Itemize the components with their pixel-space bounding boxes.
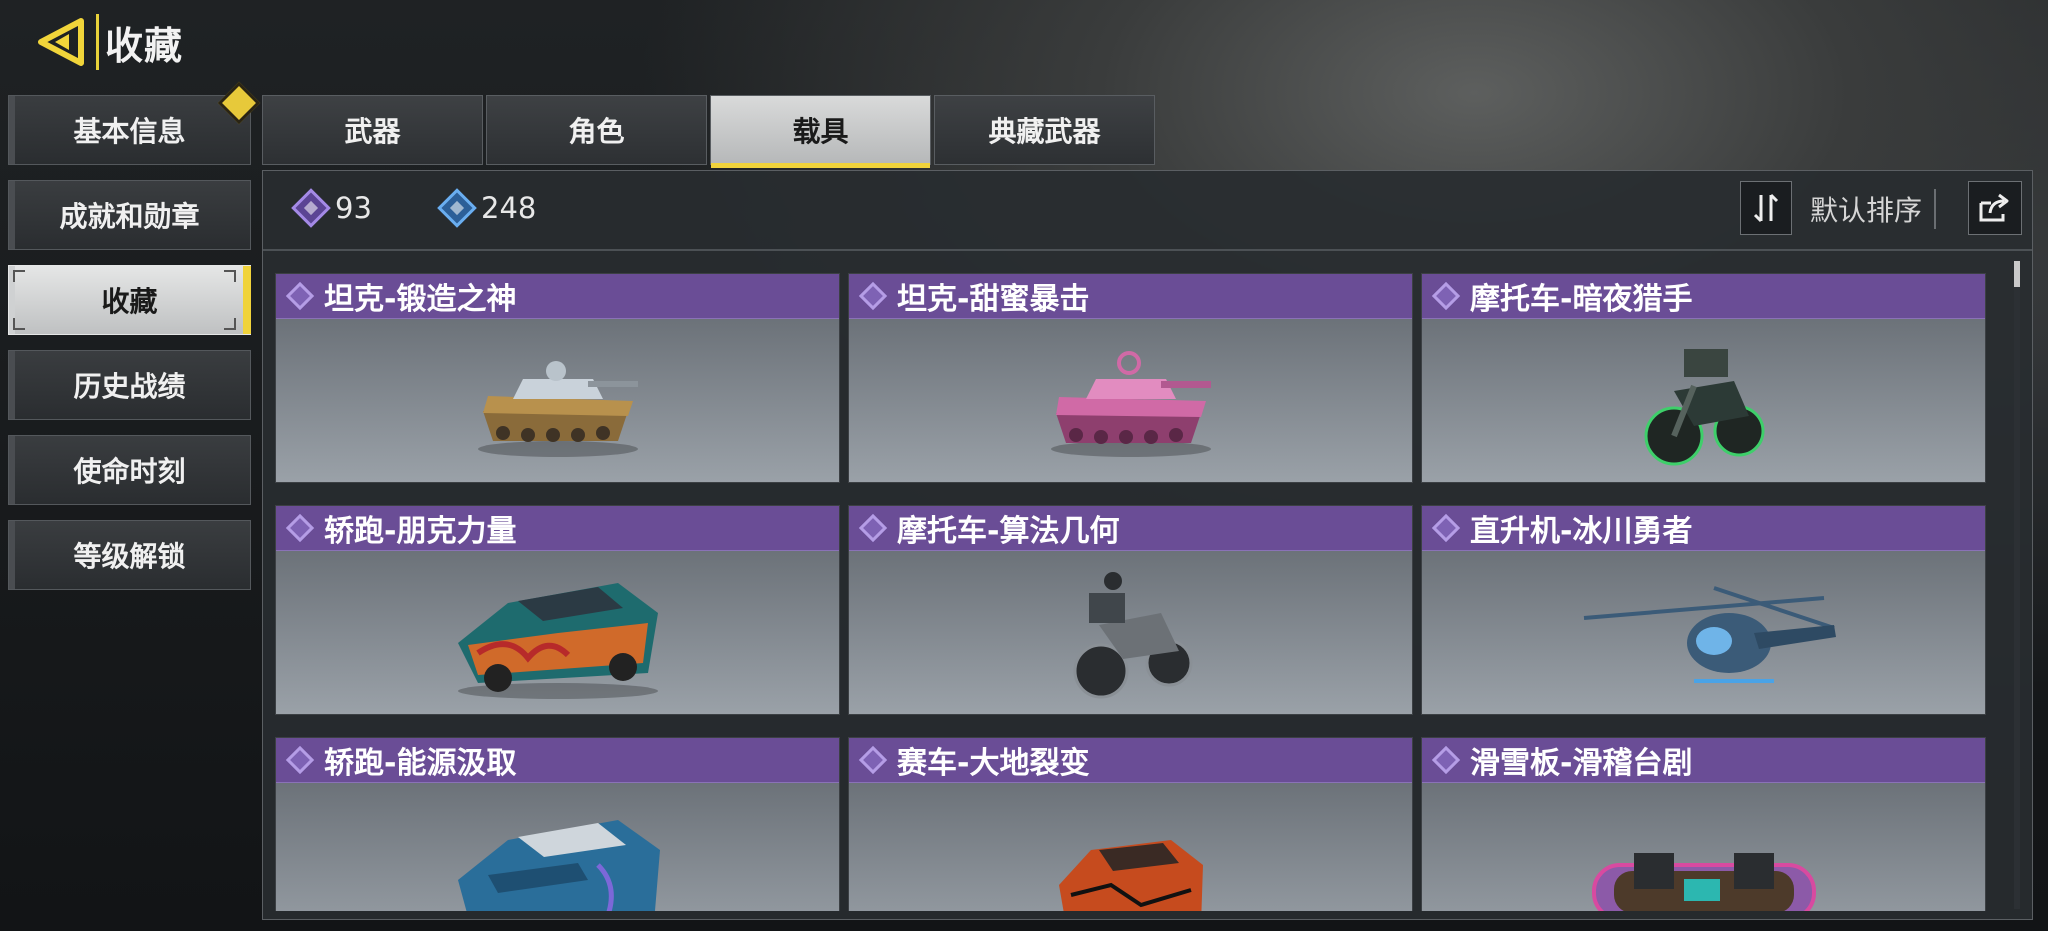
rarity-gem-icon [858, 513, 888, 543]
corner-decoration [13, 318, 25, 330]
card-title: 滑雪板-滑稽台剧 [1470, 746, 1693, 781]
rarity-gem-icon [285, 513, 315, 543]
tab-characters[interactable]: 角色 [486, 95, 707, 165]
corner-decoration [224, 270, 236, 282]
corner-decoration [13, 270, 25, 282]
vehicle-card[interactable]: 摩托车-算法几何 [848, 505, 1413, 715]
tab-collector-weapons[interactable]: 典藏武器 [934, 95, 1155, 165]
card-title: 摩托车-暗夜猎手 [1470, 282, 1693, 317]
card-title: 坦克-甜蜜暴击 [897, 282, 1090, 317]
sidebar-item-collection[interactable]: 收藏 [8, 265, 251, 335]
sort-dropdown[interactable]: 默认排序 [1810, 189, 1936, 229]
corner-decoration [224, 318, 236, 330]
card-header: 坦克-甜蜜暴击 [849, 274, 1412, 319]
vehicle-card[interactable]: 赛车-大地裂变 [848, 737, 1413, 911]
rarity-gem-icon [1431, 745, 1461, 775]
sidebar-item-mission-moments[interactable]: 使命时刻 [8, 435, 251, 505]
sidebar-item-label: 基本信息 [73, 115, 186, 148]
vehicle-card[interactable]: 轿跑-能源汲取 [275, 737, 840, 911]
rarity-gem-icon [1431, 281, 1461, 311]
sidebar-item-label: 等级解锁 [73, 540, 186, 573]
page-title: 收藏 [96, 14, 183, 70]
card-title: 摩托车-算法几何 [897, 514, 1120, 549]
vehicle-card[interactable]: 坦克-甜蜜暴击 [848, 273, 1413, 483]
vehicle-card[interactable]: 滑雪板-滑稽台剧 [1421, 737, 1986, 911]
tank-image [849, 319, 1412, 482]
card-title: 轿跑-能源汲取 [324, 746, 517, 781]
sort-toggle-button[interactable] [1740, 181, 1792, 235]
card-header: 滑雪板-滑稽台剧 [1422, 738, 1985, 783]
tab-vehicles[interactable]: 载具 [710, 95, 931, 168]
currency-blue-value: 248 [481, 191, 537, 225]
vehicle-grid: 坦克-锻造之神 坦克-甜蜜暴击 摩托车-暗夜猎手 轿跑-朋克力量 摩托车-算法几… [275, 273, 1995, 911]
card-header: 摩托车-算法几何 [849, 506, 1412, 551]
currency-blue: 248 [437, 188, 537, 228]
sidebar-item-label: 使命时刻 [73, 455, 186, 488]
sidebar-item-level-unlock[interactable]: 等级解锁 [8, 520, 251, 590]
motorcycle-image [1422, 319, 1985, 482]
back-arrow-icon [38, 18, 84, 66]
card-title: 坦克-锻造之神 [324, 282, 517, 317]
rarity-gem-icon [285, 745, 315, 775]
share-button[interactable] [1968, 181, 2022, 235]
vehicle-card[interactable]: 直升机-冰川勇者 [1421, 505, 1986, 715]
card-header: 轿跑-能源汲取 [276, 738, 839, 783]
card-title: 赛车-大地裂变 [897, 746, 1090, 781]
blue-gem-icon [437, 188, 477, 228]
motorcycle-image [849, 551, 1412, 714]
back-button[interactable] [36, 14, 86, 70]
sidebar-item-basic-info[interactable]: 基本信息 [8, 81, 261, 165]
helicopter-image [1422, 551, 1985, 714]
rarity-gem-icon [1431, 513, 1461, 543]
sportscar-image [276, 551, 839, 714]
collection-panel: 93 248 默认排序 坦克-锻造之神 坦克-甜蜜暴击 摩托车-暗夜猎手 轿跑-… [262, 170, 2033, 920]
tank-image [276, 319, 839, 482]
sidebar-item-history[interactable]: 历史战绩 [8, 350, 251, 420]
card-header: 坦克-锻造之神 [276, 274, 839, 319]
card-title: 轿跑-朋克力量 [324, 514, 517, 549]
rarity-gem-icon [858, 281, 888, 311]
scrollbar-thumb[interactable] [2014, 261, 2020, 287]
sportscar-image [276, 783, 839, 911]
rarity-gem-icon [285, 281, 315, 311]
card-title: 直升机-冰川勇者 [1470, 514, 1693, 549]
sidebar-item-label: 成就和勋章 [59, 200, 200, 233]
sidebar: 基本信息 成就和勋章 收藏 历史战绩 使命时刻 等级解锁 [8, 81, 261, 605]
vehicle-card[interactable]: 轿跑-朋克力量 [275, 505, 840, 715]
scrollbar[interactable] [2014, 261, 2020, 909]
rarity-gem-icon [858, 745, 888, 775]
sidebar-item-label: 历史战绩 [73, 370, 186, 403]
card-header: 摩托车-暗夜猎手 [1422, 274, 1985, 319]
purple-gem-icon [291, 188, 331, 228]
sidebar-item-label: 收藏 [101, 285, 158, 318]
sort-arrows-icon [1753, 193, 1779, 223]
currency-purple: 93 [291, 188, 372, 228]
vehicle-card[interactable]: 摩托车-暗夜猎手 [1421, 273, 1986, 483]
racecar-image [849, 783, 1412, 911]
tab-weapons[interactable]: 武器 [262, 95, 483, 165]
card-header: 轿跑-朋克力量 [276, 506, 839, 551]
card-header: 赛车-大地裂变 [849, 738, 1412, 783]
snowboard-image [1422, 783, 1985, 911]
toolbar: 93 248 默认排序 [263, 171, 2032, 251]
card-header: 直升机-冰川勇者 [1422, 506, 1985, 551]
tab-bar: 武器 角色 载具 典藏武器 [262, 95, 1155, 168]
vehicle-card[interactable]: 坦克-锻造之神 [275, 273, 840, 483]
sidebar-item-achievements[interactable]: 成就和勋章 [8, 180, 251, 250]
share-icon [1979, 193, 2009, 222]
currency-purple-value: 93 [335, 191, 372, 225]
